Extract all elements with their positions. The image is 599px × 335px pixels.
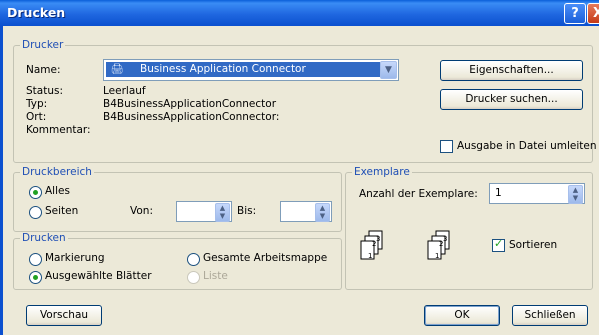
selected-sheets-label: Ausgewählte Blätter [45, 270, 152, 282]
entire-workbook-label: Gesamte Arbeitsmappe [203, 252, 328, 264]
location-label: Ort: [26, 111, 47, 123]
printer-name-select[interactable]: 🖨 Business Application Connector ▼ [103, 59, 399, 81]
type-label: Typ: [26, 98, 48, 110]
range-pages-radio[interactable] [29, 206, 42, 219]
printer-group-label: Drucker [20, 39, 66, 51]
svg-text:1: 1 [368, 252, 372, 260]
comment-label: Kommentar: [26, 124, 91, 136]
collate-icon: 3 2 1 [360, 230, 383, 260]
range-all-radio[interactable] [29, 186, 42, 199]
printer-icon: 🖨 [110, 63, 124, 75]
print-to-file-checkbox[interactable] [440, 140, 453, 153]
print-to-file-label: Ausgabe in Datei umleiten [457, 140, 597, 152]
copies-value: 1 [495, 187, 502, 199]
svg-text:1: 1 [435, 252, 439, 260]
find-printer-button[interactable]: Drucker suchen... [440, 89, 583, 110]
svg-text:3: 3 [443, 235, 447, 243]
svg-text:3: 3 [376, 235, 380, 243]
to-label: Bis: [237, 205, 257, 217]
copies-spinner[interactable]: ▲ ▼ [568, 185, 583, 204]
from-input[interactable]: ▲ ▼ [176, 201, 232, 222]
window-title: Drucken [7, 5, 66, 20]
print-range-label: Druckbereich [20, 166, 94, 178]
collate-icon: 3 2 1 [427, 230, 450, 260]
print-dialog: Drucken ? X Drucker Name: 🖨 Business Appl… [0, 0, 599, 335]
collate-checkbox[interactable] [492, 237, 505, 252]
selection-label: Markierung [45, 252, 105, 264]
list-label: Liste [203, 270, 228, 282]
from-spinner[interactable]: ▲ ▼ [215, 203, 230, 222]
collate-label: Sortieren [509, 239, 558, 251]
print-what-label: Drucken [20, 232, 68, 244]
printer-name-label: Name: [26, 64, 61, 76]
window-border [0, 26, 3, 335]
svg-text:2: 2 [372, 240, 376, 248]
close-button[interactable]: X [587, 3, 599, 24]
chevron-down-icon[interactable]: ▼ [380, 61, 397, 79]
printer-name-value: Business Application Connector [140, 63, 306, 75]
status-label: Status: [26, 85, 63, 97]
copies-input[interactable]: 1 ▲ ▼ [489, 183, 585, 204]
close-dialog-button[interactable]: Schließen [512, 305, 588, 326]
selection-radio[interactable] [29, 253, 42, 266]
properties-button[interactable]: Eigenschaften... [440, 60, 583, 81]
range-all-label: Alles [45, 185, 70, 197]
svg-text:2: 2 [439, 240, 443, 248]
printer-selected: 🖨 Business Application Connector [106, 62, 380, 77]
print-what-group: Drucken [13, 232, 342, 290]
preview-button[interactable]: Vorschau [26, 305, 102, 326]
location-value: B4BusinessApplicationConnector: [103, 111, 280, 123]
type-value: B4BusinessApplicationConnector [103, 98, 277, 110]
from-label: Von: [130, 205, 153, 217]
ok-button[interactable]: OK [424, 305, 500, 326]
selected-sheets-radio[interactable] [29, 271, 42, 284]
help-button[interactable]: ? [564, 3, 586, 24]
copies-group-label: Exemplare [352, 166, 412, 178]
list-radio [187, 271, 200, 284]
range-pages-label: Seiten [45, 205, 79, 217]
to-spinner[interactable]: ▲ ▼ [315, 203, 330, 222]
to-input[interactable]: ▲ ▼ [280, 201, 332, 222]
status-value: Leerlauf [103, 85, 146, 97]
entire-workbook-radio[interactable] [187, 253, 200, 266]
copies-count-label: Anzahl der Exemplare: [359, 188, 478, 200]
title-bar: Drucken ? X [0, 0, 599, 26]
